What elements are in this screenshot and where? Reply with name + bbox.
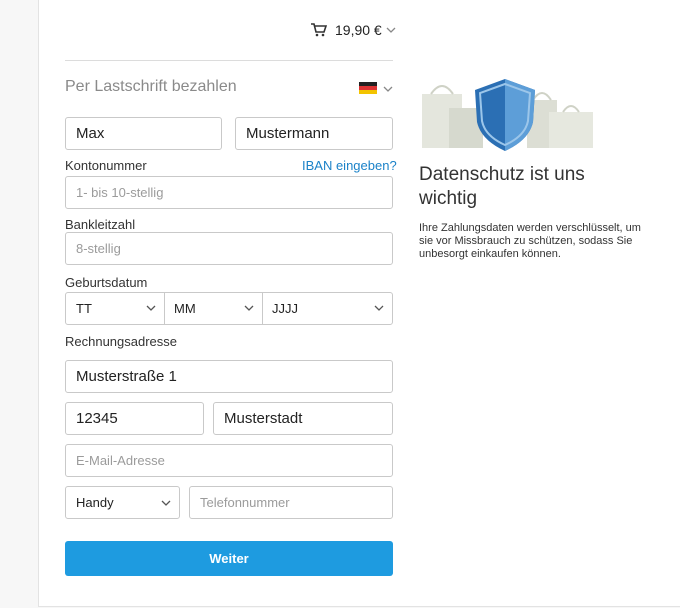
chevron-down-icon	[161, 500, 171, 506]
zip-input[interactable]: 12345	[65, 402, 204, 435]
weiter-button[interactable]: Weiter	[65, 541, 393, 576]
last-name-input[interactable]: Mustermann	[235, 117, 393, 150]
chevron-down-icon	[244, 305, 254, 311]
first-name-input[interactable]: Max	[65, 117, 222, 150]
chevron-down-icon	[374, 305, 384, 311]
email-input[interactable]: E-Mail-Adresse	[65, 444, 393, 477]
geburtsdatum-label: Geburtsdatum	[65, 275, 148, 290]
cart-icon	[311, 23, 327, 37]
german-flag-icon[interactable]	[359, 82, 377, 94]
birthdate-select-group: TT MM JJJJ	[65, 292, 393, 325]
chevron-down-icon[interactable]	[383, 85, 393, 93]
kontonummer-label: Kontonummer	[65, 158, 147, 173]
day-select[interactable]: TT	[66, 292, 164, 325]
phone-type-value: Handy	[76, 495, 114, 510]
phone-type-select[interactable]: Handy	[65, 486, 180, 519]
chevron-down-icon	[146, 305, 156, 311]
year-select[interactable]: JJJJ	[262, 292, 392, 325]
cart-summary[interactable]: 19,90 €	[311, 22, 396, 38]
day-select-value: TT	[76, 301, 92, 316]
phone-input[interactable]: Telefonnummer	[189, 486, 393, 519]
chevron-down-icon	[386, 27, 396, 33]
bankleitzahl-label: Bankleitzahl	[65, 217, 136, 232]
payment-method-title: Per Lastschrift bezahlen	[65, 78, 237, 95]
privacy-text: Ihre Zahlungsdaten werden verschlüsselt,…	[419, 222, 641, 260]
street-input[interactable]: Musterstraße 1	[65, 360, 393, 393]
shield-icon	[422, 79, 593, 151]
divider	[65, 60, 393, 61]
cart-price: 19,90 €	[335, 22, 382, 38]
month-select-value: MM	[174, 301, 196, 316]
year-select-value: JJJJ	[272, 301, 298, 316]
kontonummer-input[interactable]: 1- bis 10-stellig	[65, 176, 393, 209]
bankleitzahl-input[interactable]: 8-stellig	[65, 232, 393, 265]
city-input[interactable]: Musterstadt	[213, 402, 393, 435]
privacy-title: Datenschutz ist uns wichtig	[419, 164, 585, 209]
month-select[interactable]: MM	[164, 292, 262, 325]
iban-link[interactable]: IBAN eingeben?	[302, 158, 397, 173]
rechnungsadresse-label: Rechnungsadresse	[65, 334, 178, 349]
